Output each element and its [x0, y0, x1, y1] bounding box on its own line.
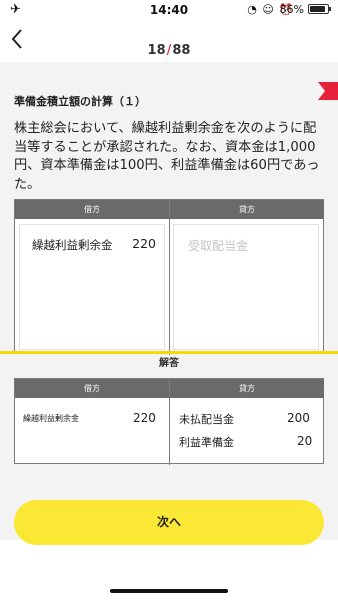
answer-credit-account: 利益準備金: [179, 436, 234, 449]
question-text: 株主総会において、繰越利益剰余金を次のように配当等することが承認された。なお、資…: [14, 121, 320, 192]
status-bar: ✈ 14:40 ◔ ☺ ⏰ 86%: [0, 0, 338, 20]
debit-header: 借方: [15, 200, 169, 219]
debit-account: 繰越利益剰余金: [32, 238, 113, 252]
header: 18/88: [0, 20, 338, 62]
credit-placeholder: 受取配当金: [188, 239, 249, 253]
counter-separator: /: [166, 43, 172, 58]
bookmark-icon[interactable]: [318, 82, 338, 100]
answer-credit-header: 貸方: [170, 379, 324, 398]
question-title: 準備金積立額の計算（１）: [14, 95, 146, 108]
journal-entry-table: 借方 貸方 繰越利益剰余金 220 受取配当金: [14, 199, 324, 355]
table-divider: [169, 200, 170, 355]
total-question-count: 88: [172, 43, 191, 58]
credit-header: 貸方: [170, 200, 324, 219]
answer-credit-amount: 20: [297, 434, 313, 448]
battery-fill: [310, 6, 325, 12]
answer-label: 解答: [159, 358, 179, 369]
answer-debit-amount: 220: [133, 411, 156, 425]
credit-entry-cell[interactable]: 受取配当金: [173, 224, 319, 350]
answer-debit-account: 繰越利益剰余金: [23, 414, 79, 423]
question-content: 準備金積立額の計算（１） 株主総会において、繰越利益剰余金を次のように配当等する…: [0, 62, 338, 540]
next-button[interactable]: 次へ: [14, 500, 324, 545]
question-counter: 18/88: [0, 43, 338, 58]
answer-table: 借方 貸方 繰越利益剰余金 220 未払配当金 200 利益準備金 20: [14, 378, 324, 465]
battery-percent: 86%: [279, 3, 304, 16]
battery-icon: [308, 4, 331, 14]
debit-amount: 220: [132, 236, 156, 251]
answer-credit-account: 未払配当金: [179, 413, 234, 426]
answer-credit-amount: 200: [287, 411, 310, 425]
answer-debit-header: 借方: [15, 379, 169, 398]
debit-entry-cell[interactable]: 繰越利益剰余金 220: [19, 224, 165, 350]
answer-table-divider: [169, 379, 170, 465]
home-indicator: [110, 589, 228, 593]
current-question-number: 18: [147, 43, 166, 58]
